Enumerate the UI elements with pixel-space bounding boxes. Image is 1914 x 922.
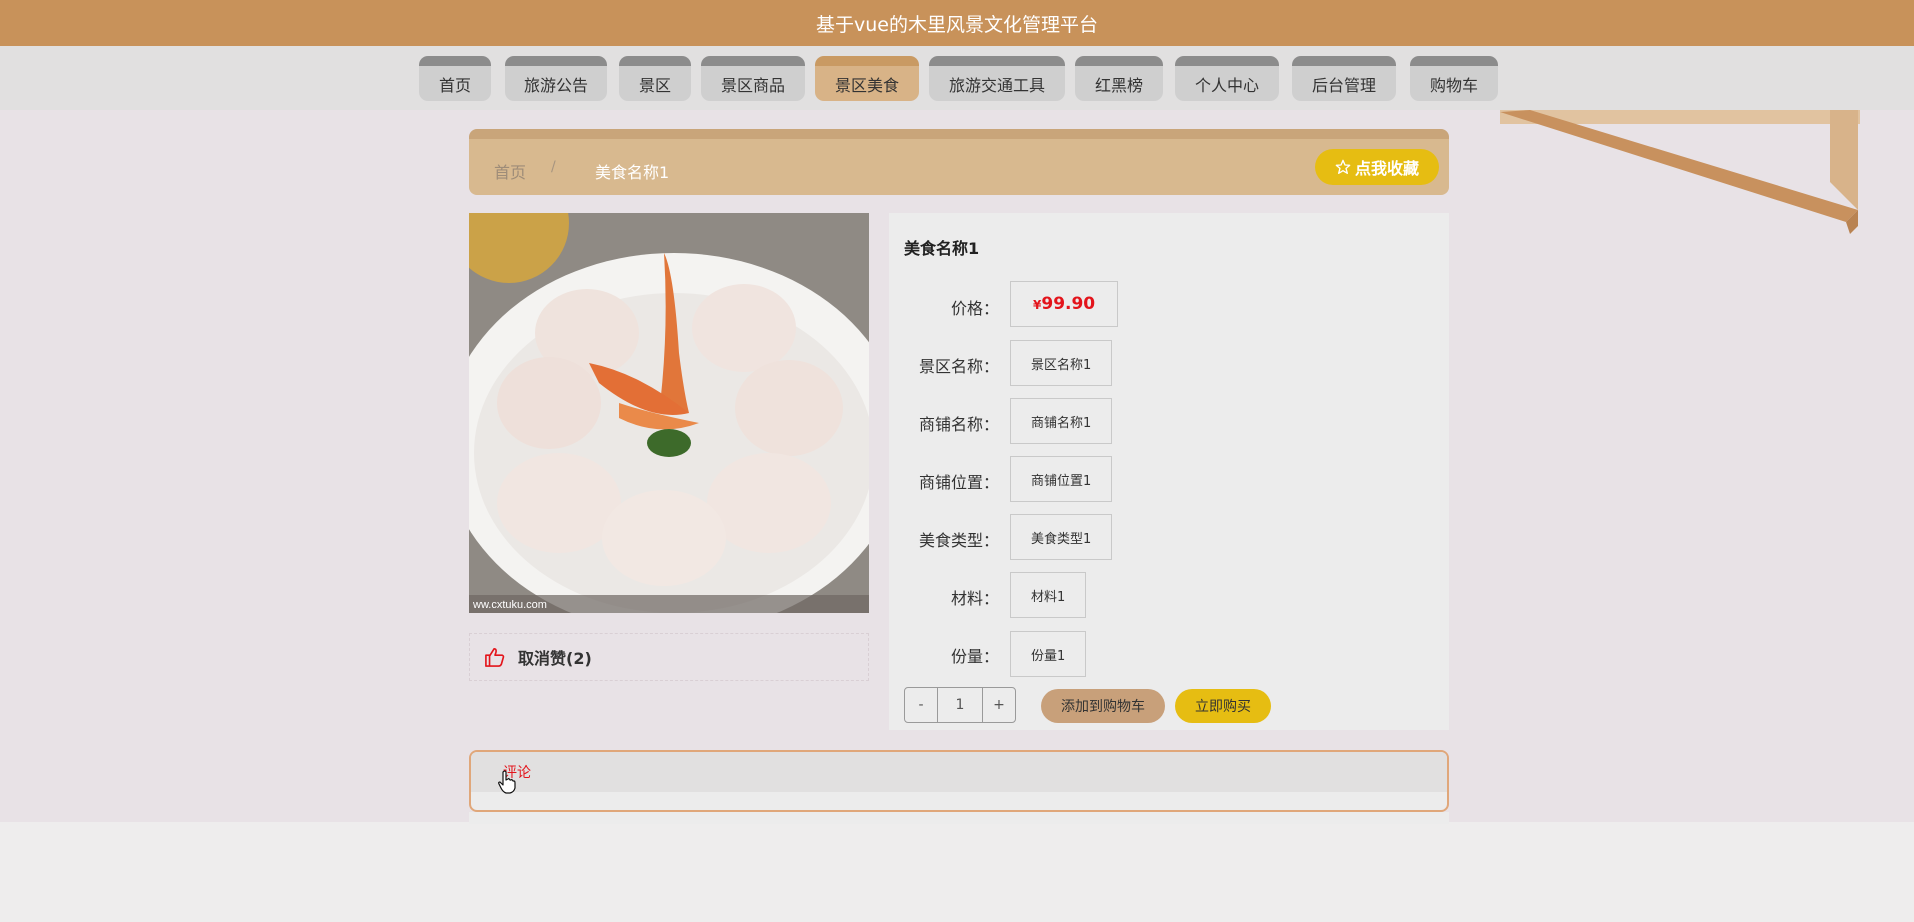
scenic-name-value: 景区名称1	[1010, 340, 1113, 386]
price-label: 价格：	[950, 299, 999, 318]
page-title-bar: 基于vue的木里风景文化管理平台	[0, 0, 1914, 46]
shop-location-label: 商铺位置：	[918, 473, 999, 492]
page-title: 基于vue的木里风景文化管理平台	[816, 13, 1098, 36]
detail-panel: 美食名称1 价格： ¥99.90 景区名称： 景区名称1 商铺名称： 商铺名称1…	[889, 213, 1449, 730]
ingredients-value: 材料1	[1010, 572, 1087, 618]
ingredients-label: 材料：	[950, 589, 999, 608]
food-title: 美食名称1	[904, 239, 980, 258]
quantity-stepper: - 1 +	[904, 687, 1016, 723]
nav-item-profile[interactable]: 个人中心	[1175, 56, 1279, 101]
price-box: ¥99.90	[1010, 281, 1119, 327]
nav-item-scenic-areas[interactable]: 景区	[619, 56, 691, 101]
hand-cursor-icon	[498, 770, 516, 794]
breadcrumb: 首页 / 美食名称1 点我收藏	[469, 129, 1449, 195]
scenic-name-label: 景区名称：	[918, 357, 999, 376]
like-box[interactable]: 取消赞(2)	[469, 633, 869, 681]
quantity-decrease-button[interactable]: -	[904, 687, 938, 723]
food-image: ww.cxtuku.com	[469, 213, 869, 613]
buy-now-button[interactable]: 立即购买	[1175, 689, 1271, 723]
food-type-label: 美食类型：	[918, 531, 999, 550]
comments-strip	[469, 812, 1449, 824]
like-label: 取消赞(2)	[518, 649, 592, 668]
shop-location-value: 商铺位置1	[1010, 456, 1113, 502]
nav-item-home[interactable]: 首页	[419, 56, 491, 101]
favorite-button-label: 点我收藏	[1354, 159, 1419, 178]
nav-item-food[interactable]: 景区美食	[815, 56, 919, 101]
svg-text:ww.cxtuku.com: ww.cxtuku.com	[472, 599, 547, 611]
add-to-cart-button[interactable]: 添加到购物车	[1041, 689, 1165, 723]
nav-item-ranking[interactable]: 红黑榜	[1075, 56, 1163, 101]
footer-background	[0, 822, 1914, 922]
breadcrumb-home[interactable]: 首页	[494, 159, 526, 183]
quantity-increase-button[interactable]: +	[982, 687, 1016, 723]
corner-decoration	[1500, 110, 1860, 234]
favorite-button[interactable]: 点我收藏	[1315, 149, 1439, 185]
food-type-value: 美食类型1	[1010, 514, 1113, 560]
nav-item-admin[interactable]: 后台管理	[1292, 56, 1396, 101]
thumbs-up-icon	[485, 648, 505, 667]
star-outline-icon	[1335, 159, 1351, 174]
nav-item-cart[interactable]: 购物车	[1410, 56, 1498, 101]
portion-value: 份量1	[1010, 631, 1087, 677]
shop-name-label: 商铺名称：	[918, 415, 999, 434]
comments-tab-row: 评论	[471, 752, 1447, 792]
breadcrumb-current: 美食名称1	[595, 163, 670, 182]
price-value: 99.90	[1041, 294, 1096, 314]
nav-item-transport[interactable]: 旅游交通工具	[929, 56, 1065, 101]
comments-panel: 评论	[469, 750, 1449, 812]
main-nav: 首页 旅游公告 景区 景区商品 景区美食 旅游交通工具 红黑榜 个人中心 后台管…	[0, 46, 1914, 110]
nav-item-products[interactable]: 景区商品	[701, 56, 805, 101]
breadcrumb-separator: /	[551, 159, 556, 175]
quantity-input[interactable]: 1	[938, 687, 982, 723]
shop-name-value: 商铺名称1	[1010, 398, 1113, 444]
portion-label: 份量：	[950, 647, 999, 666]
nav-item-announcements[interactable]: 旅游公告	[505, 56, 607, 101]
